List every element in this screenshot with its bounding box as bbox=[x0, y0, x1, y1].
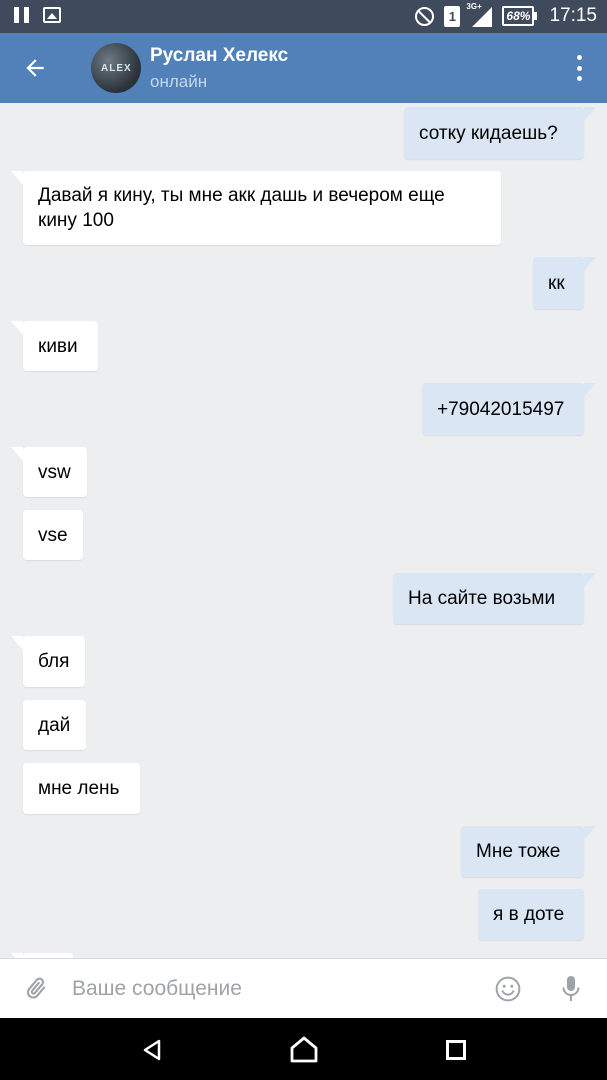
network-type-label: 3G+ bbox=[466, 1, 482, 11]
message-bubble-outgoing[interactable]: Мне тоже bbox=[461, 826, 596, 877]
sim-icon: 1 bbox=[444, 5, 461, 27]
nav-back-icon[interactable] bbox=[140, 1038, 164, 1062]
attach-icon[interactable] bbox=[22, 975, 50, 1003]
message-bubble-incoming[interactable]: дай bbox=[23, 700, 86, 750]
microphone-icon[interactable] bbox=[561, 975, 581, 1003]
message-text: vse bbox=[38, 524, 68, 546]
gallery-icon bbox=[43, 7, 61, 23]
message-list[interactable]: сотку кидаешь? Давай я кину, ты мне акк … bbox=[0, 103, 607, 958]
message-text: +79042015497 bbox=[437, 398, 565, 420]
message-text: vsw bbox=[38, 461, 71, 483]
message-bubble-outgoing[interactable]: сотку кидаешь? bbox=[404, 107, 596, 159]
message-text: я в доте bbox=[493, 904, 565, 925]
nav-recents-icon[interactable] bbox=[446, 1040, 466, 1060]
pause-icon bbox=[14, 7, 29, 23]
status-bar: 1 3G+ 68% 17:15 bbox=[0, 0, 607, 33]
status-bar-system: 1 3G+ 68% 17:15 bbox=[415, 2, 597, 27]
message-bubble-incoming[interactable]: vsw bbox=[11, 447, 87, 497]
message-bubble-outgoing[interactable]: кк bbox=[533, 257, 596, 309]
message-text: киви bbox=[38, 335, 78, 357]
message-text: сотку кидаешь? bbox=[419, 122, 558, 144]
message-bubble-incoming[interactable]: бля bbox=[11, 636, 85, 687]
clock: 17:15 bbox=[549, 5, 597, 26]
message-text: Давай я кину, ты мне акк дашь и вечером … bbox=[38, 185, 445, 206]
message-bubble-incoming[interactable]: киви bbox=[11, 321, 98, 371]
message-bubble-outgoing[interactable]: +79042015497 bbox=[422, 383, 596, 435]
message-bubble-incoming[interactable]: Давай я кину, ты мне акк дашь и вечером … bbox=[11, 171, 501, 245]
status-bar-notifications bbox=[14, 7, 61, 23]
message-bubble-outgoing[interactable]: На сайте возьми bbox=[393, 573, 596, 624]
message-input[interactable] bbox=[72, 969, 472, 1009]
contact-status: онлайн bbox=[150, 72, 208, 91]
nav-home-icon[interactable] bbox=[289, 1035, 319, 1063]
do-not-disturb-icon bbox=[415, 6, 435, 26]
contact-name[interactable]: Руслан Хелекс bbox=[150, 45, 288, 67]
emoji-icon[interactable] bbox=[495, 976, 521, 1002]
message-text: мне лень bbox=[38, 778, 120, 799]
message-bubble-incoming[interactable]: vse bbox=[23, 510, 83, 560]
message-bubble-outgoing[interactable]: я в доте bbox=[478, 889, 584, 940]
message-composer bbox=[0, 958, 607, 1018]
avatar-mark: ALEX bbox=[101, 63, 132, 74]
message-text: Мне тоже bbox=[476, 841, 561, 862]
more-options-icon[interactable] bbox=[573, 55, 585, 81]
message-text: На сайте возьми bbox=[408, 588, 556, 609]
signal-icon: 3G+ bbox=[466, 2, 493, 27]
message-bubble-incoming[interactable]: мне лень bbox=[23, 763, 140, 814]
back-arrow-icon[interactable] bbox=[22, 55, 48, 81]
system-navigation-bar bbox=[0, 1018, 607, 1080]
message-text: бля bbox=[38, 651, 70, 672]
message-text: кину 100 bbox=[38, 210, 114, 231]
battery-level: 68% bbox=[502, 6, 535, 26]
chat-header: ALEX Руслан Хелекс онлайн bbox=[0, 33, 607, 103]
avatar[interactable]: ALEX bbox=[91, 43, 141, 93]
message-text: кк bbox=[548, 272, 565, 294]
message-text: дай bbox=[38, 714, 71, 736]
battery-icon: 68% bbox=[502, 6, 538, 26]
